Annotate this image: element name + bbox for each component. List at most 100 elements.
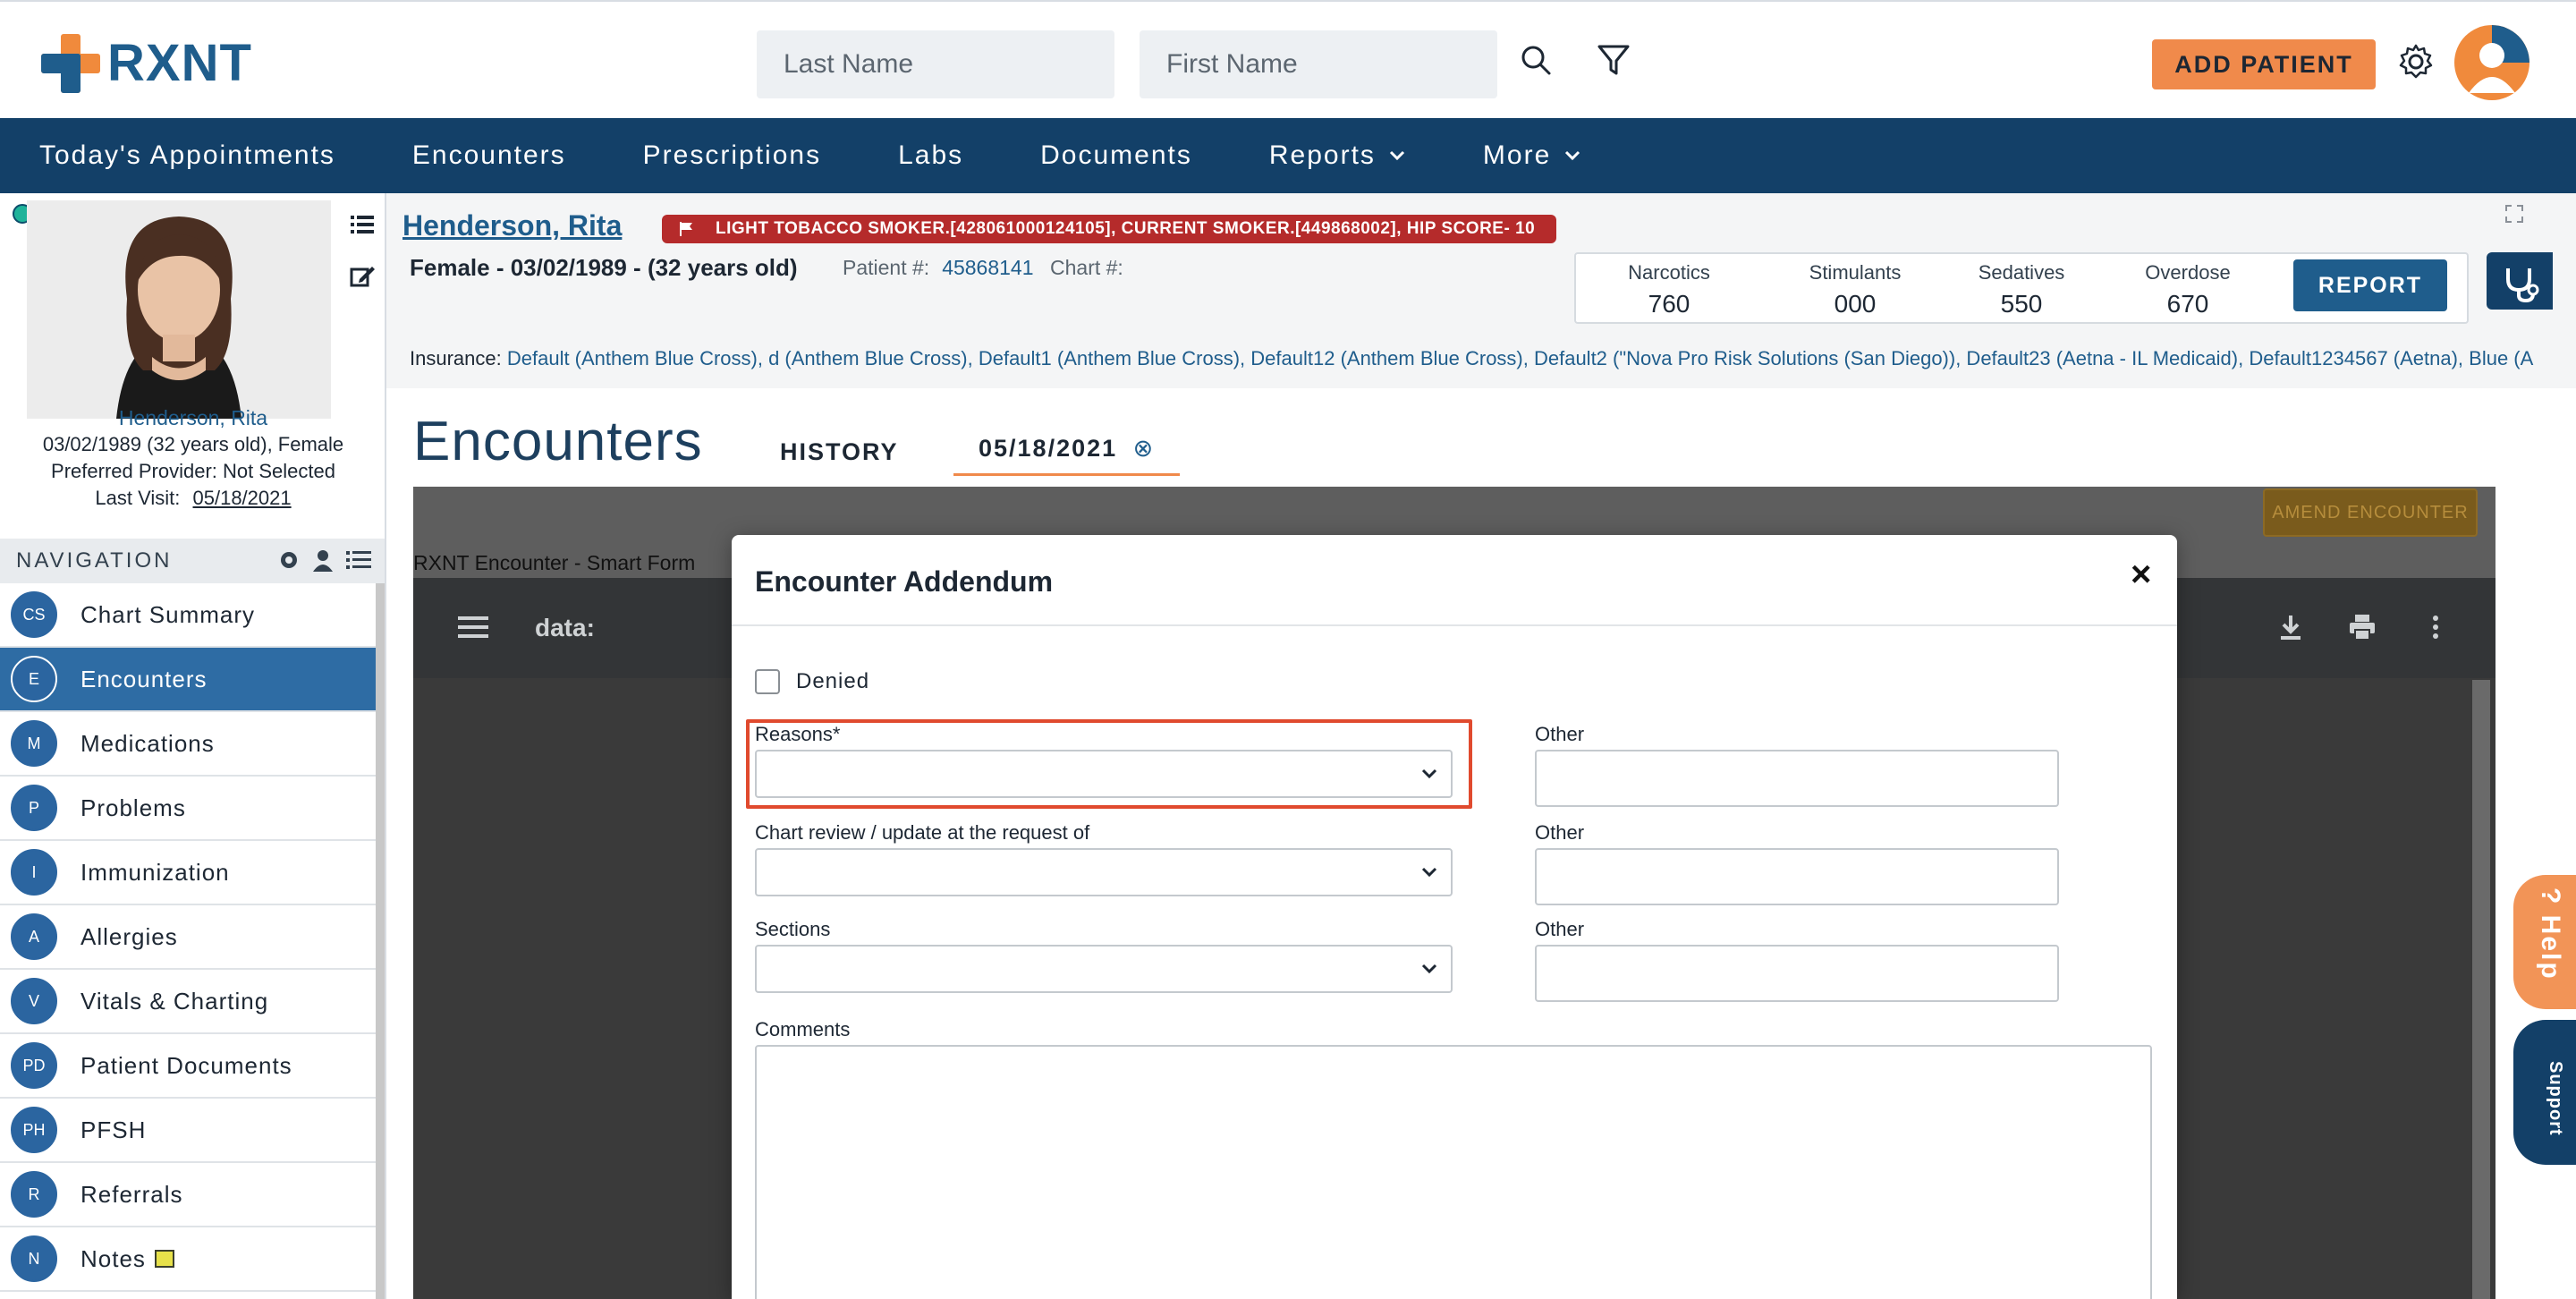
insurance-line: Insurance: Default (Anthem Blue Cross), … [410, 347, 2574, 370]
edit-icon[interactable] [349, 263, 376, 290]
reasons-other-input[interactable] [1535, 750, 2059, 807]
alert-flag-text: LIGHT TOBACCO SMOKER.[428061000124105], … [716, 219, 1536, 238]
chevron-down-icon [1565, 150, 1580, 161]
sidebar-item-vitals[interactable]: V Vitals & Charting [0, 970, 376, 1034]
patient-dob: 03/02/1989 (32 years old), Female [42, 433, 344, 455]
sidebar-item-pfsh[interactable]: PH PFSH [0, 1099, 376, 1163]
person-icon[interactable] [311, 548, 335, 572]
sticky-note-icon[interactable] [154, 1250, 174, 1268]
frame-title: RXNT Encounter - Smart Form [413, 551, 696, 574]
sidebar-item-label: Notes [80, 1244, 146, 1272]
patient-alert-flag[interactable]: LIGHT TOBACCO SMOKER.[428061000124105], … [662, 215, 1556, 243]
preferred-provider: Preferred Provider: Not Selected [51, 460, 335, 482]
tab-history[interactable]: HISTORY [780, 438, 899, 466]
help-label: ? Help [2536, 887, 2565, 981]
chevron-down-icon [1389, 150, 1404, 161]
sidebar-item-immunization[interactable]: I Immunization [0, 841, 376, 905]
nav-documents[interactable]: Documents [1040, 140, 1192, 171]
patient-name-link[interactable]: Henderson, Rita [0, 406, 386, 430]
nav-more[interactable]: More [1483, 140, 1581, 171]
tab-encounter-date[interactable]: 05/18/2021 ⊗ [953, 435, 1181, 476]
page-title: Encounters [413, 411, 703, 472]
comments-textarea[interactable] [755, 1045, 2152, 1299]
last-visit-label: Last Visit: [95, 487, 181, 509]
expand-icon[interactable] [2504, 204, 2524, 224]
stethoscope-button[interactable] [2487, 252, 2553, 310]
sidebar-item-chart-summary[interactable]: CS Chart Summary [0, 583, 376, 648]
stat-label: Sedatives [1978, 261, 2065, 284]
hamburger-menu-icon[interactable] [458, 614, 488, 641]
chart-review-other-input[interactable] [1535, 848, 2059, 905]
insurance-value[interactable]: Default (Anthem Blue Cross), d (Anthem B… [507, 347, 2533, 369]
nav-reports-label: Reports [1268, 140, 1376, 170]
nav-badge: A [11, 913, 57, 960]
sidebar-item-problems[interactable]: P Problems [0, 777, 376, 841]
support-label: Support [2546, 1061, 2565, 1136]
main-nav: Today's Appointments Encounters Prescrip… [0, 118, 2576, 193]
stethoscope-icon [2506, 268, 2539, 303]
nav-badge: M [11, 720, 57, 767]
nav-encounters[interactable]: Encounters [412, 140, 566, 171]
sidebar-item-allergies[interactable]: A Allergies [0, 905, 376, 970]
sidebar-item-notes[interactable]: N Notes [0, 1227, 376, 1292]
sidebar-item-medications[interactable]: M Medications [0, 712, 376, 777]
nav-labs[interactable]: Labs [898, 140, 963, 171]
modal-title: Encounter Addendum [755, 565, 1054, 598]
nav-todays-appointments[interactable]: Today's Appointments [39, 140, 335, 171]
denied-label: Denied [796, 669, 870, 693]
list-icon[interactable] [349, 211, 376, 238]
first-name-input[interactable] [1140, 30, 1497, 98]
stat-label: Narcotics [1628, 261, 1710, 284]
amend-encounter-button[interactable]: AMEND ENCOUNTER [2263, 488, 2478, 537]
sidebar-item-patient-documents[interactable]: PD Patient Documents [0, 1034, 376, 1099]
encounter-addendum-modal: Encounter Addendum × Denied Reasons* Oth… [732, 535, 2177, 1299]
last-visit-link[interactable]: 05/18/2021 [193, 487, 292, 509]
sidebar-scrollbar[interactable] [376, 583, 385, 1299]
navigation-title: NAVIGATION [16, 548, 173, 573]
user-avatar[interactable] [2454, 25, 2529, 100]
sidebar-item-encounters[interactable]: E Encounters [0, 648, 376, 712]
list-icon[interactable] [345, 548, 372, 572]
last-name-input[interactable] [757, 30, 1114, 98]
nav-badge: I [11, 849, 57, 896]
other-label: Other [1535, 821, 1585, 844]
chart-review-label: Chart review / update at the request of [755, 821, 1090, 844]
sections-select[interactable] [755, 945, 1453, 993]
patient-demographics: Female - 03/02/1989 - (32 years old) [410, 254, 798, 281]
viewer-scrollbar[interactable] [2472, 680, 2490, 1299]
sidebar-item-label: Referrals [80, 1180, 183, 1208]
sidebar-item-referrals[interactable]: R Referrals [0, 1163, 376, 1227]
reasons-highlight [746, 719, 1472, 809]
stat-value: 670 [2166, 290, 2209, 318]
rxnt-logo[interactable]: RXNT [41, 34, 252, 93]
tab-close-icon[interactable]: ⊗ [1133, 435, 1156, 462]
chart-review-select[interactable] [755, 848, 1453, 896]
logo-cross-icon [41, 34, 100, 93]
sidebar-item-label: Problems [80, 794, 186, 821]
close-icon[interactable]: × [2131, 556, 2151, 592]
download-icon[interactable] [2275, 612, 2306, 642]
patient-photo [27, 200, 331, 419]
chevron-down-icon [1421, 867, 1437, 878]
nav-reports[interactable]: Reports [1269, 140, 1406, 171]
logo-text: RXNT [107, 34, 252, 92]
add-patient-button[interactable]: ADD PATIENT [2152, 39, 2376, 89]
nav-more-label: More [1482, 140, 1552, 170]
viewer-document-title: data: [535, 614, 595, 641]
stat-value: 760 [1648, 290, 1690, 318]
report-button[interactable]: REPORT [2293, 259, 2447, 311]
nav-prescriptions[interactable]: Prescriptions [643, 140, 821, 171]
gear-icon[interactable] [277, 548, 301, 572]
patient-number-value: 45868141 [942, 256, 1034, 279]
stat-value: 550 [2000, 290, 2043, 318]
search-icon[interactable] [1517, 41, 1556, 81]
more-vertical-icon[interactable] [2420, 612, 2451, 642]
gear-icon[interactable] [2397, 43, 2435, 81]
denied-checkbox[interactable] [755, 669, 780, 694]
print-icon[interactable] [2347, 612, 2377, 642]
filter-icon[interactable] [1594, 41, 1633, 81]
tab-date-label: 05/18/2021 [979, 435, 1118, 462]
patient-header-name[interactable]: Henderson, Rita [402, 209, 622, 242]
nav-badge: N [11, 1235, 57, 1282]
sections-other-input[interactable] [1535, 945, 2059, 1002]
